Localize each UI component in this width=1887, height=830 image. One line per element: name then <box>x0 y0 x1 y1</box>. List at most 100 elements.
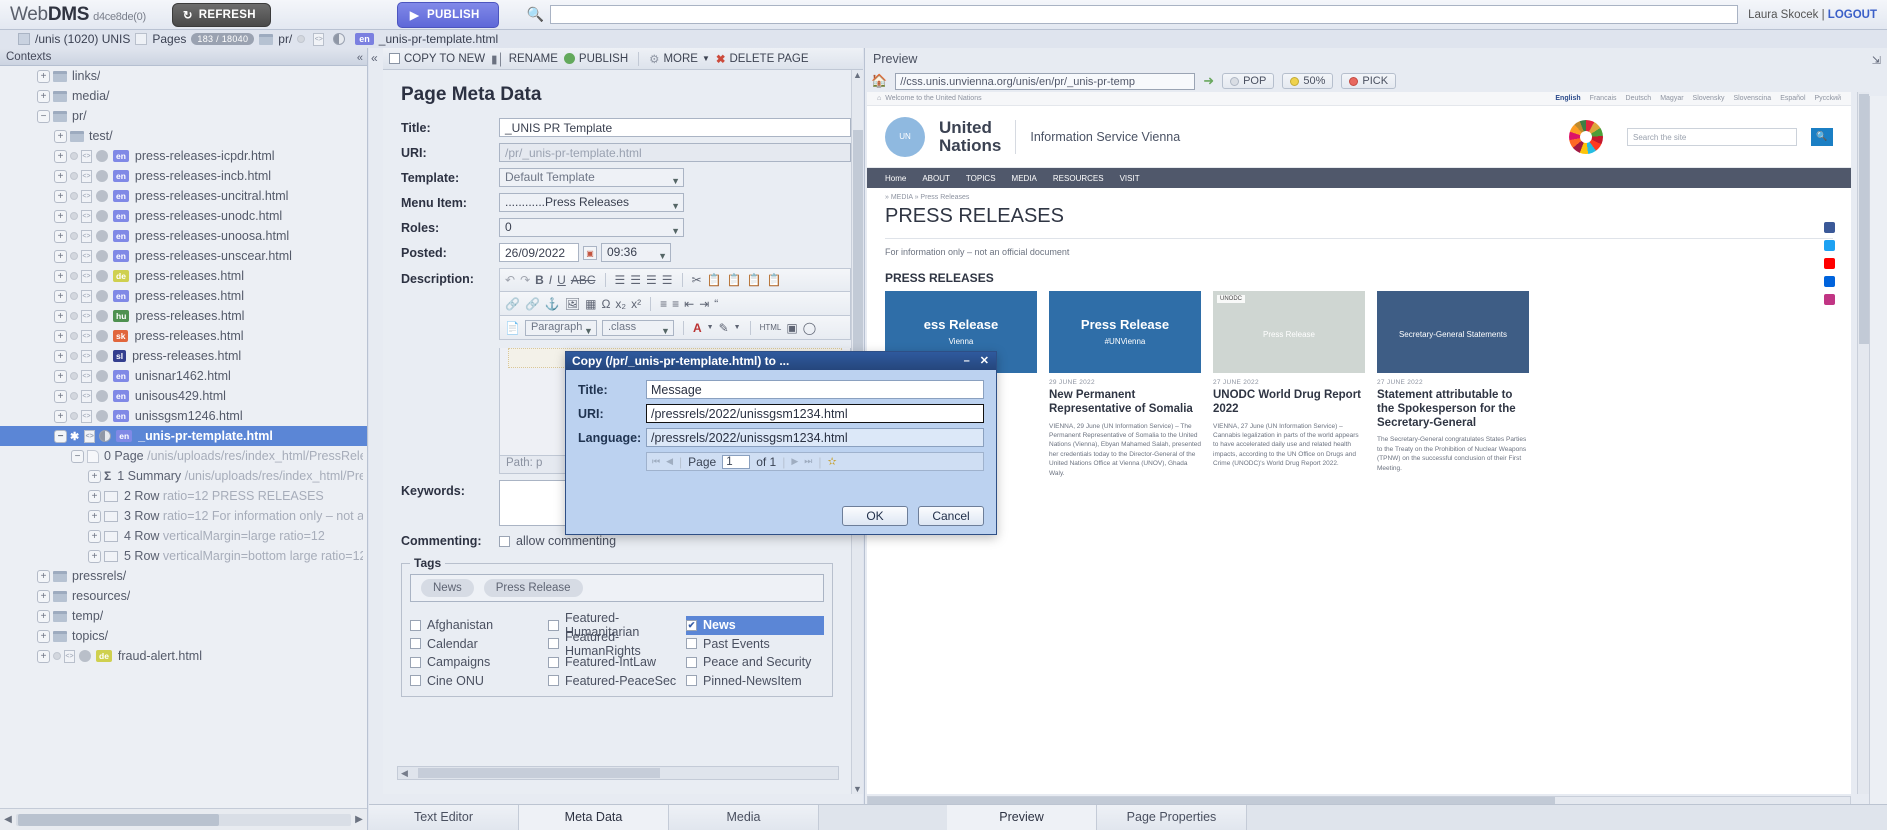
tag-checkbox[interactable] <box>686 675 697 687</box>
cut-icon[interactable]: ✂ <box>692 273 702 287</box>
tree-item[interactable]: + <> de fraud-alert.html <box>0 646 367 666</box>
preview-url-input[interactable]: //css.unis.unvienna.org/unis/en/pr/_unis… <box>895 72 1196 90</box>
expand-icon[interactable]: + <box>54 389 67 403</box>
tree-item[interactable]: − pr/ <box>0 106 367 126</box>
align-right-icon[interactable]: ☰ <box>646 273 657 287</box>
tag-checkbox-row[interactable]: Pinned-NewsItem <box>686 672 824 691</box>
tree-item[interactable]: + <> hu press-releases.html <box>0 306 367 326</box>
expand-icon[interactable]: + <box>54 249 67 263</box>
tag-checkbox[interactable] <box>548 619 559 631</box>
source-label[interactable]: HTML <box>760 323 782 332</box>
scroll-left-icon[interactable]: ◀ <box>0 814 16 825</box>
publish-button[interactable]: ▶ PUBLISH <box>396 1 499 28</box>
anchor-icon[interactable]: ⚓ <box>545 297 560 311</box>
posted-time-select[interactable]: 09:36 ▼ <box>601 243 671 262</box>
next-page-icon[interactable]: ▶ <box>791 456 798 467</box>
expand-icon[interactable]: + <box>37 649 50 663</box>
tag-chip[interactable]: Press Release <box>483 579 583 597</box>
scroll-right-icon[interactable]: ▶ <box>351 814 367 825</box>
expand-icon[interactable]: + <box>54 149 67 163</box>
paste-icon[interactable]: 📋 <box>727 273 742 287</box>
site-search-input[interactable]: Search the site <box>1627 127 1797 146</box>
site-nav-item[interactable]: VISIT <box>1120 174 1140 183</box>
tree-item[interactable]: + Σ 1 Summary /unis/uploads/res/index_html… <box>0 466 367 486</box>
expand-icon[interactable]: + <box>37 569 50 583</box>
expand-icon[interactable]: + <box>37 629 50 643</box>
publish-page-button[interactable]: PUBLISH <box>563 53 628 65</box>
tag-checkbox-row[interactable]: Campaigns <box>410 653 548 672</box>
expand-icon[interactable]: + <box>54 309 67 323</box>
strikethrough-icon[interactable]: ABC <box>571 273 596 287</box>
expand-icon[interactable]: + <box>88 549 101 563</box>
press-release-card[interactable]: Secretary-General Statements 27 JUNE 2022… <box>1377 291 1529 478</box>
site-nav-item[interactable]: TOPICS <box>966 174 996 183</box>
context-tree[interactable]: + links/+ media/− pr/+ test/+ <> en press-relea… <box>0 66 367 808</box>
tree-item[interactable]: + temp/ <box>0 606 367 626</box>
expand-icon[interactable]: + <box>54 189 67 203</box>
tree-item[interactable]: − ✱ <> en _unis-pr-template.html <box>0 426 367 446</box>
tree-item[interactable]: + <> en press-releases-unoosa.html <box>0 226 367 246</box>
link-icon[interactable]: 🔗 <box>525 297 540 311</box>
tree-item[interactable]: − 0 Page /unis/uploads/res/index_html/Pre… <box>0 446 367 466</box>
tab-preview[interactable]: Preview <box>947 805 1097 830</box>
card-title[interactable]: Statement attributable to the Spokespers… <box>1377 389 1529 430</box>
tree-item[interactable]: + <> en unissgsm1246.html <box>0 406 367 426</box>
tree-item[interactable]: + <> sk press-releases.html <box>0 326 367 346</box>
italic-icon[interactable]: I <box>549 273 552 287</box>
site-language-link[interactable]: Slovensky <box>1693 95 1725 102</box>
site-nav-item[interactable]: MEDIA <box>1012 174 1037 183</box>
tree-item[interactable]: + <> en press-releases-icpdr.html <box>0 146 367 166</box>
superscript-icon[interactable]: x² <box>631 297 641 311</box>
last-page-icon[interactable]: ⏭ <box>804 456 812 467</box>
tree-item[interactable]: + <> de press-releases.html <box>0 266 367 286</box>
tag-checkbox-row[interactable]: Peace and Security <box>686 653 824 672</box>
text-color-icon[interactable]: A <box>693 321 702 335</box>
expand-icon[interactable]: + <box>88 529 101 543</box>
site-language-link[interactable]: Español <box>1780 95 1805 102</box>
site-language-link[interactable]: Slovenscina <box>1733 95 1771 102</box>
tag-checkbox[interactable] <box>548 656 559 668</box>
refresh-icon[interactable]: ✫ <box>827 455 836 468</box>
tree-item[interactable]: + test/ <box>0 126 367 146</box>
eraser-icon[interactable]: ◯ <box>803 321 816 335</box>
tree-item[interactable]: +5 Row verticalMargin=bottom large ratio… <box>0 546 367 566</box>
scroll-track[interactable] <box>16 813 351 826</box>
tag-checkbox[interactable] <box>548 675 559 687</box>
editor-tabs[interactable]: Text Editor Meta Data Media <box>369 805 819 830</box>
expand-icon[interactable]: + <box>37 609 50 623</box>
pop-out-button[interactable]: POP <box>1222 73 1275 89</box>
tree-item[interactable]: + <> en press-releases-uncitral.html <box>0 186 367 206</box>
indent-icon[interactable]: ⇥ <box>699 297 709 311</box>
align-center-icon[interactable]: ☰ <box>630 273 641 287</box>
tree-horizontal-scrollbar[interactable]: ◀ ▶ <box>0 808 367 830</box>
more-menu-button[interactable]: ⚙ MORE ▼ <box>649 52 710 66</box>
preview-iframe[interactable]: ⌂ Welcome to the United Nations English F… <box>867 92 1851 794</box>
scroll-thumb[interactable] <box>417 768 660 778</box>
align-left-icon[interactable]: ☰ <box>615 273 626 287</box>
posted-date-input[interactable]: 26/09/2022 <box>499 243 579 262</box>
collapse-icon[interactable]: − <box>54 429 67 443</box>
tree-item[interactable]: + <> en press-releases-unodc.html <box>0 206 367 226</box>
instagram-icon[interactable] <box>1824 294 1835 305</box>
expand-icon[interactable]: + <box>54 329 67 343</box>
subscript-icon[interactable]: x₂ <box>615 297 626 311</box>
site-language-link[interactable]: Francais <box>1590 95 1617 102</box>
image-icon[interactable]: 🖼 <box>565 297 580 311</box>
tree-item[interactable]: +2 Row ratio=12 PRESS RELEASES <box>0 486 367 506</box>
scroll-thumb[interactable] <box>1859 94 1869 344</box>
expand-icon[interactable]: + <box>54 169 67 183</box>
special-char-icon[interactable]: Ω <box>601 297 610 311</box>
scroll-up-icon[interactable]: ▲ <box>852 70 863 80</box>
site-nav-item[interactable]: RESOURCES <box>1053 174 1104 183</box>
breadcrumb-pages[interactable]: Pages <box>152 32 186 46</box>
tree-item[interactable]: + <> en unisous429.html <box>0 386 367 406</box>
collapse-editor-icon[interactable]: « <box>371 51 378 65</box>
home-icon[interactable]: 🏠 <box>871 73 887 89</box>
expand-icon[interactable]: + <box>37 69 50 83</box>
tab-text-editor[interactable]: Text Editor <box>369 805 519 830</box>
site-search-button[interactable]: 🔍 <box>1811 127 1833 146</box>
scroll-down-icon[interactable]: ▼ <box>852 784 863 794</box>
rename-button[interactable]: ▮│ RENAME <box>491 52 558 66</box>
dialog-language-suggestion[interactable]: /pressrels/2022/unissgsm1234.html <box>646 428 984 447</box>
title-input[interactable]: _UNIS PR Template <box>499 118 851 137</box>
